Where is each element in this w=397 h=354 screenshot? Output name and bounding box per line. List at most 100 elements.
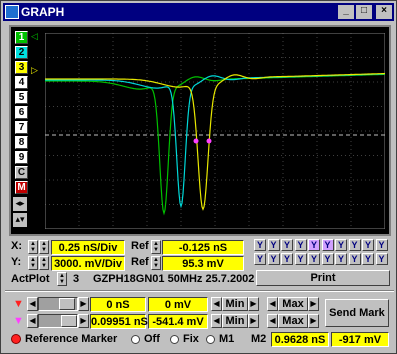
marker2-max-left[interactable]: ◀ (267, 314, 278, 328)
channel-button-m[interactable]: M (15, 181, 28, 194)
y-axis-label: Y: (11, 256, 22, 268)
marker1-max-button[interactable]: Max (278, 297, 308, 311)
marker1-volt: 0 mV (148, 297, 208, 312)
channel-enable-button[interactable]: Y (335, 253, 347, 265)
marker2-max-right[interactable]: ▶ (308, 314, 319, 328)
maximize-button[interactable]: □ (356, 5, 372, 19)
separator (5, 290, 394, 292)
channel-enable-button[interactable]: Y (281, 239, 293, 251)
channel-button-9[interactable]: 9 (15, 151, 28, 164)
close-button[interactable]: × (376, 5, 392, 19)
channel-button-5[interactable]: 5 (15, 91, 28, 104)
channel-button-2[interactable]: 2 (15, 46, 28, 59)
channel-enable-button[interactable]: Y (254, 253, 266, 265)
waveform-plot[interactable] (45, 33, 385, 229)
marker2-slider-thumb[interactable] (61, 315, 77, 327)
y-ref-value: 95.3 mV (162, 256, 244, 271)
marker1-max-left[interactable]: ◀ (267, 297, 278, 311)
actplot-value: 3 (73, 273, 80, 285)
channel-enable-button[interactable]: Y (362, 253, 374, 265)
channel-enable-button[interactable]: Y (375, 253, 388, 265)
channel-enable-button[interactable]: Y (348, 253, 361, 265)
y-ref-spinner[interactable]: ▲ ▼ (151, 256, 161, 270)
actplot-label: ActPlot (11, 273, 50, 285)
channel-enable-button[interactable]: Y (348, 239, 361, 251)
channel-enable-button[interactable]: Y (335, 239, 347, 251)
marker2-volt: -541.4 mV (148, 314, 208, 329)
channel-enable-button[interactable]: Y (321, 239, 334, 251)
app-icon (5, 5, 19, 19)
x-axis-label: X: (11, 240, 22, 252)
x-scale-spinner[interactable]: ▲ ▼ (28, 240, 38, 254)
window-title: GRAPH (21, 5, 65, 19)
channel-enable-button[interactable]: Y (308, 253, 320, 265)
ref-m2-label[interactable]: M2 (251, 333, 266, 345)
marker1-max-right[interactable]: ▶ (308, 297, 319, 311)
channel-enable-button[interactable]: Y (267, 253, 280, 265)
marker1-min-right[interactable]: ▶ (248, 297, 259, 311)
marker1-left-button[interactable]: ◀ (27, 297, 38, 311)
marker2-triangle-icon: ▼ (13, 315, 24, 327)
marker1-min-button[interactable]: Min (222, 297, 248, 311)
x-ref-value: -0.125 nS (162, 240, 244, 255)
channel-button-8[interactable]: 8 (15, 136, 28, 149)
ref-m1-label[interactable]: M1 (219, 333, 234, 345)
ref-time: 0.9628 nS (271, 332, 329, 347)
plot-info: GZPH18GN01 50MHz 25.7.2002 (93, 273, 255, 285)
channel-enable-button[interactable]: Y (254, 239, 266, 251)
channel-enable-button[interactable]: Y (267, 239, 280, 251)
print-button[interactable]: Print (256, 270, 390, 286)
reference-marker-icon (11, 334, 21, 344)
x-ref-spinner[interactable]: ▲ ▼ (151, 240, 161, 254)
title-bar[interactable]: GRAPH _ □ × (3, 3, 394, 21)
channel-button-c[interactable]: C (15, 166, 28, 179)
marker1-min-left[interactable]: ◀ (211, 297, 222, 311)
ref-fix-label[interactable]: Fix (183, 333, 199, 345)
marker-1-point[interactable] (193, 138, 199, 144)
marker2-min-right[interactable]: ▶ (248, 314, 259, 328)
graph-window: GRAPH _ □ × 123456789CM ◁ ▷ ◂▸ ▴▾ X: ▲ ▼ … (0, 0, 397, 354)
channel-enable-button[interactable]: Y (321, 253, 334, 265)
marker1-right-button[interactable]: ▶ (78, 297, 89, 311)
marker2-min-left[interactable]: ◀ (211, 314, 222, 328)
channel-button-6[interactable]: 6 (15, 106, 28, 119)
scroll-horizontal-icon[interactable]: ◂▸ (13, 197, 27, 211)
marker1-slider[interactable] (38, 297, 78, 311)
ref-m1-radio[interactable] (206, 335, 215, 344)
ref-off-radio[interactable] (131, 335, 140, 344)
scroll-vertical-icon[interactable]: ▴▾ (13, 213, 27, 227)
channel-button-4[interactable]: 4 (15, 76, 28, 89)
channel-enable-button[interactable]: Y (294, 253, 307, 265)
ref-fix-radio[interactable] (170, 335, 179, 344)
reference-marker-label: Reference Marker (25, 333, 118, 345)
y-ref-label: Ref (131, 256, 149, 268)
y-scale-spinner[interactable]: ▲ ▼ (28, 256, 38, 270)
ref-off-label[interactable]: Off (144, 333, 160, 345)
marker2-max-button[interactable]: Max (278, 314, 308, 328)
actplot-spinner[interactable]: ▲ ▼ (57, 272, 67, 286)
marker2-right-button[interactable]: ▶ (78, 314, 89, 328)
channel-button-3[interactable]: 3 (15, 61, 28, 74)
marker2-min-button[interactable]: Min (222, 314, 248, 328)
channel-enable-button[interactable]: Y (362, 239, 374, 251)
x-scale-spinner-2[interactable]: ▲ ▼ (39, 240, 49, 254)
channel-button-7[interactable]: 7 (15, 121, 28, 134)
marker2-left-button[interactable]: ◀ (27, 314, 38, 328)
marker1-slider-thumb[interactable] (59, 298, 75, 310)
channel-enable-button[interactable]: Y (294, 239, 307, 251)
marker2-slider[interactable] (38, 314, 78, 328)
channel-enable-button[interactable]: Y (375, 239, 388, 251)
x-ref-label: Ref (131, 240, 149, 252)
marker2-time: 0.09951 nS (90, 314, 148, 329)
x-scale-value: 0.25 nS/Div (51, 240, 125, 255)
level-marker-icon: ▷ (31, 65, 38, 75)
trace-channel-1 (45, 73, 385, 216)
channel-enable-button[interactable]: Y (281, 253, 293, 265)
plot-frame: 1 2 3 4 5 6 7 8 9 CM ◁ ▷ ◂▸ ▴▾ (9, 25, 391, 236)
send-mark-button[interactable]: Send Mark (325, 299, 389, 327)
marker-2-point[interactable] (206, 138, 212, 144)
minimize-button[interactable]: _ (338, 5, 354, 19)
y-scale-spinner-2[interactable]: ▲ ▼ (39, 256, 49, 270)
channel-enable-button[interactable]: Y (308, 239, 320, 251)
channel-button-1[interactable]: 1 (15, 31, 28, 44)
